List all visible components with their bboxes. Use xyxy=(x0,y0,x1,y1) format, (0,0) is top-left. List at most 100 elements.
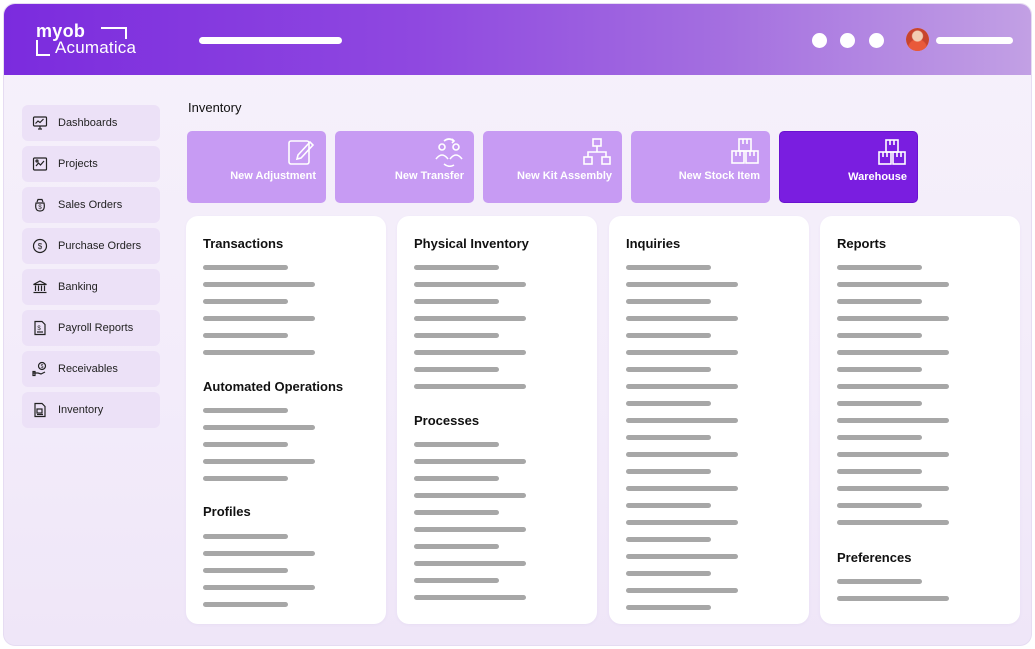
link-placeholder[interactable] xyxy=(414,384,526,389)
header-action-dot-3[interactable] xyxy=(869,33,884,48)
link-placeholder[interactable] xyxy=(626,401,711,406)
link-placeholder[interactable] xyxy=(626,537,711,542)
tile-new-adjustment[interactable]: New Adjustment xyxy=(187,131,326,203)
link-placeholder[interactable] xyxy=(626,316,738,321)
sidebar-item-label: Payroll Reports xyxy=(58,322,134,334)
link-placeholder[interactable] xyxy=(203,408,288,413)
link-placeholder[interactable] xyxy=(203,442,288,447)
sidebar-item-projects[interactable]: Projects xyxy=(22,146,160,182)
link-placeholder[interactable] xyxy=(837,503,922,508)
link-placeholder[interactable] xyxy=(626,554,738,559)
link-placeholder[interactable] xyxy=(414,265,499,270)
link-placeholder[interactable] xyxy=(626,350,738,355)
link-placeholder[interactable] xyxy=(837,469,922,474)
link-placeholder[interactable] xyxy=(626,520,738,525)
brand-logo[interactable]: myob Acumatica xyxy=(36,22,148,58)
link-placeholder[interactable] xyxy=(414,350,526,355)
link-placeholder[interactable] xyxy=(837,452,949,457)
sidebar-item-label: Inventory xyxy=(58,404,104,416)
link-placeholder[interactable] xyxy=(203,299,288,304)
link-placeholder[interactable] xyxy=(414,282,526,287)
header-search-placeholder[interactable] xyxy=(199,37,342,44)
link-placeholder[interactable] xyxy=(414,367,499,372)
tile-new-kit-assembly[interactable]: New Kit Assembly xyxy=(483,131,622,203)
link-placeholder[interactable] xyxy=(203,350,315,355)
sidebar-item-banking[interactable]: Banking xyxy=(22,269,160,305)
sidebar-item-payroll-reports[interactable]: $ Payroll Reports xyxy=(22,310,160,346)
link-placeholder[interactable] xyxy=(203,425,315,430)
link-placeholder[interactable] xyxy=(414,510,499,515)
link-placeholder[interactable] xyxy=(837,579,922,584)
link-placeholder[interactable] xyxy=(837,299,922,304)
link-placeholder[interactable] xyxy=(837,418,949,423)
sidebar-item-dashboards[interactable]: Dashboards xyxy=(22,105,160,141)
link-placeholder[interactable] xyxy=(203,585,315,590)
link-placeholder[interactable] xyxy=(203,602,288,607)
link-placeholder[interactable] xyxy=(203,333,288,338)
sidebar-item-purchase-orders[interactable]: $ Purchase Orders xyxy=(22,228,160,264)
link-placeholder[interactable] xyxy=(626,418,738,423)
section-title: Profiles xyxy=(203,504,251,519)
link-placeholder[interactable] xyxy=(837,596,949,601)
link-placeholder[interactable] xyxy=(414,544,499,549)
link-placeholder[interactable] xyxy=(626,265,711,270)
link-placeholder[interactable] xyxy=(626,367,711,372)
tile-label: Warehouse xyxy=(848,171,907,183)
link-placeholder[interactable] xyxy=(203,551,315,556)
link-placeholder[interactable] xyxy=(414,299,499,304)
sidebar-item-inventory[interactable]: Inventory xyxy=(22,392,160,428)
link-placeholder[interactable] xyxy=(203,282,315,287)
link-placeholder[interactable] xyxy=(203,568,288,573)
sidebar-item-receivables[interactable]: $ Receivables xyxy=(22,351,160,387)
document-dollar-icon: $ xyxy=(32,320,48,336)
link-placeholder[interactable] xyxy=(203,265,288,270)
link-placeholder[interactable] xyxy=(837,333,922,338)
link-placeholder[interactable] xyxy=(626,503,711,508)
link-placeholder[interactable] xyxy=(203,534,288,539)
link-placeholder[interactable] xyxy=(837,435,922,440)
link-placeholder[interactable] xyxy=(626,452,738,457)
link-placeholder[interactable] xyxy=(414,561,526,566)
link-placeholder[interactable] xyxy=(203,316,315,321)
link-placeholder[interactable] xyxy=(414,333,499,338)
link-placeholder[interactable] xyxy=(414,527,526,532)
link-placeholder[interactable] xyxy=(626,486,738,491)
link-placeholder[interactable] xyxy=(837,350,949,355)
link-placeholder[interactable] xyxy=(414,476,499,481)
link-placeholder[interactable] xyxy=(414,595,526,600)
link-placeholder[interactable] xyxy=(837,367,922,372)
link-placeholder[interactable] xyxy=(626,435,711,440)
link-placeholder[interactable] xyxy=(837,520,949,525)
header-action-dot-2[interactable] xyxy=(840,33,855,48)
link-placeholder[interactable] xyxy=(414,578,499,583)
top-header: myob Acumatica xyxy=(4,4,1031,75)
link-placeholder[interactable] xyxy=(626,384,738,389)
link-placeholder[interactable] xyxy=(837,316,949,321)
user-avatar[interactable] xyxy=(906,28,929,51)
link-placeholder[interactable] xyxy=(837,384,949,389)
link-placeholder[interactable] xyxy=(414,316,526,321)
link-placeholder[interactable] xyxy=(414,442,499,447)
sidebar-item-label: Sales Orders xyxy=(58,199,123,211)
link-placeholder[interactable] xyxy=(414,459,526,464)
link-placeholder[interactable] xyxy=(203,476,288,481)
link-placeholder[interactable] xyxy=(414,493,526,498)
tile-warehouse[interactable]: Warehouse xyxy=(779,131,918,203)
header-action-dot-1[interactable] xyxy=(812,33,827,48)
link-placeholder[interactable] xyxy=(837,265,922,270)
link-placeholder[interactable] xyxy=(837,282,949,287)
link-placeholder[interactable] xyxy=(626,299,711,304)
link-placeholder[interactable] xyxy=(626,282,738,287)
link-placeholder[interactable] xyxy=(626,605,711,610)
sidebar-item-label: Receivables xyxy=(58,363,118,375)
sidebar-item-sales-orders[interactable]: $ Sales Orders xyxy=(22,187,160,223)
link-placeholder[interactable] xyxy=(837,486,949,491)
tile-new-stock-item[interactable]: New Stock Item xyxy=(631,131,770,203)
link-placeholder[interactable] xyxy=(203,459,315,464)
link-placeholder[interactable] xyxy=(626,571,711,576)
tile-new-transfer[interactable]: New Transfer xyxy=(335,131,474,203)
link-placeholder[interactable] xyxy=(626,588,738,593)
link-placeholder[interactable] xyxy=(837,401,922,406)
link-placeholder[interactable] xyxy=(626,333,711,338)
link-placeholder[interactable] xyxy=(626,469,711,474)
